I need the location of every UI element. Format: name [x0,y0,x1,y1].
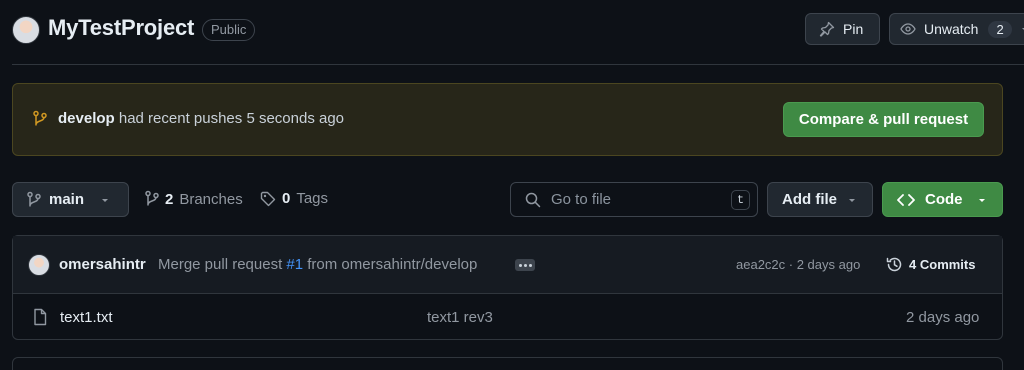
add-file-button[interactable]: Add file [767,182,873,217]
pin-icon [819,21,835,37]
go-to-file-placeholder: Go to file [551,191,612,208]
push-message: develop had recent pushes 5 seconds ago [58,110,344,127]
code-button[interactable]: Code [882,182,1003,217]
commit-hash-time[interactable]: aea2c2c · 2 days ago [736,257,860,272]
branches-label: Branches [179,190,243,208]
branch-label: main [49,191,85,208]
file-name-link[interactable]: text1.txt [60,309,113,326]
file-icon [33,308,47,326]
branches-count: 2 [165,190,174,208]
watch-label: Unwatch [924,21,979,37]
push-message-text: had recent pushes 5 seconds ago [114,110,345,127]
pin-label: Pin [843,21,864,37]
file-updated-time: 2 days ago [906,309,980,326]
code-icon [897,193,915,207]
chevron-down-icon [977,195,987,205]
tags-link[interactable]: 0 Tags [260,190,328,207]
branch-selector[interactable]: main [12,182,129,217]
commits-history-link[interactable]: 4 Commits [886,256,975,273]
commit-message-prefix: Merge pull request [158,256,287,273]
tags-label: Tags [296,190,329,207]
repo-name[interactable]: MyTestProject [48,15,194,41]
pin-button[interactable]: Pin [805,13,880,45]
compare-pull-request-button[interactable]: Compare & pull request [783,102,984,137]
branch-icon [32,110,48,128]
commits-label: Commits [919,257,976,272]
history-icon [886,256,903,273]
commits-count: 4 [909,257,917,272]
add-file-label: Add file [782,191,837,208]
chevron-down-icon [100,195,110,205]
push-branch-name[interactable]: develop [58,110,115,127]
header-divider [12,64,1024,65]
commit-message[interactable]: Merge pull request #1 from omersahintr/d… [158,256,477,273]
expand-commit-button[interactable] [515,259,535,271]
commit-message-suffix: from omersahintr/develop [303,256,478,273]
chevron-down-icon [1020,24,1024,34]
commit-author[interactable]: omersahintr [59,256,146,273]
watch-counter: 2 [988,20,1012,38]
readme-panel [12,357,1003,370]
tags-count: 0 [282,190,291,207]
eye-icon [900,21,916,37]
chevron-down-icon [847,195,857,205]
tag-icon [260,191,276,207]
pull-request-link[interactable]: #1 [286,256,303,273]
code-label: Code [925,191,963,208]
go-to-file-input[interactable] [510,182,758,217]
commit-author-avatar[interactable] [28,254,50,276]
search-icon [525,192,541,208]
branches-link[interactable]: 2 Branches [145,190,243,208]
watch-button[interactable]: Unwatch 2 [889,13,1024,45]
file-commit-message[interactable]: text1 rev3 [427,309,493,326]
branch-icon [145,190,159,208]
owner-avatar[interactable] [12,16,40,44]
branch-icon [27,191,41,209]
keyboard-shortcut-hint: t [731,190,750,210]
visibility-badge: Public [202,19,256,41]
